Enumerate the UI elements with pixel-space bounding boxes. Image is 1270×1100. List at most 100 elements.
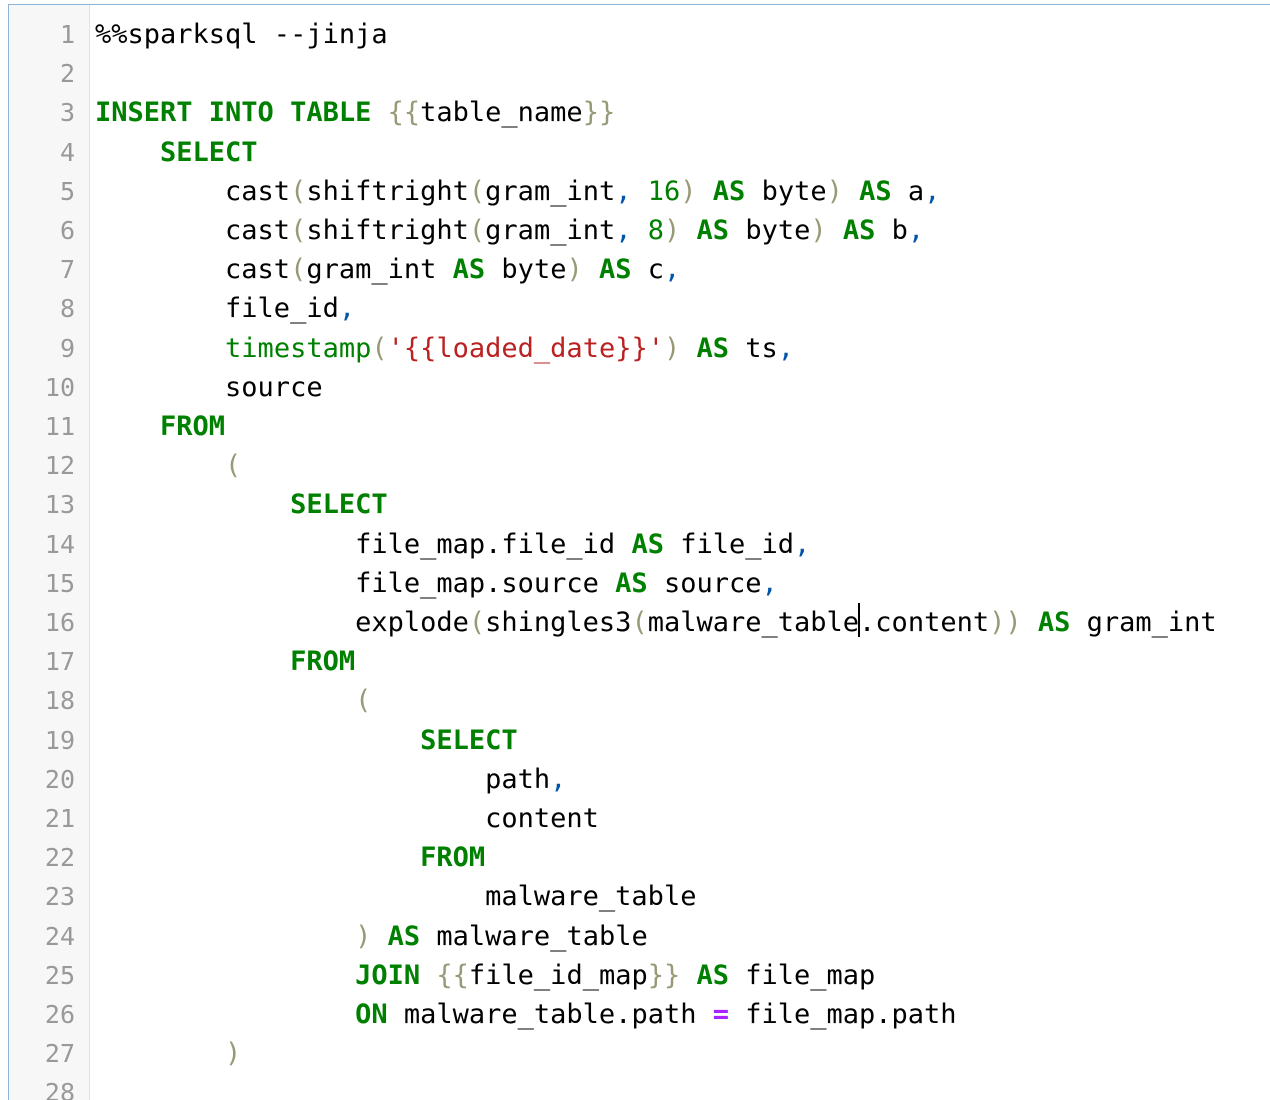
- code-line[interactable]: JOIN {{file_id_map}} AS file_map: [95, 956, 875, 995]
- code-line[interactable]: ON malware_table.path = file_map.path: [95, 995, 957, 1034]
- code-token-keyword: AS: [696, 959, 730, 991]
- line-number: 3: [59, 98, 75, 128]
- code-line[interactable]: path,: [95, 760, 566, 799]
- code-line[interactable]: FROM: [95, 642, 355, 681]
- code-token-keyword: SELECT: [290, 489, 388, 521]
- code-token-keyword: FROM: [160, 411, 226, 442]
- line-number: 5: [59, 176, 75, 206]
- code-token-paren: (: [290, 254, 307, 286]
- code-line[interactable]: (: [95, 681, 371, 720]
- code-line[interactable]: INSERT INTO TABLE {{table_name}}: [95, 93, 615, 132]
- line-number: 8: [59, 294, 75, 324]
- code-token-builtin: timestamp: [225, 332, 372, 364]
- code-line[interactable]: ) AS malware_table: [95, 917, 648, 956]
- code-line[interactable]: SELECT: [95, 133, 258, 172]
- code-token-keyword: AS: [696, 332, 730, 364]
- code-token-keyword: AS: [631, 528, 664, 560]
- line-number: 22: [44, 843, 75, 873]
- code-token-text: byte: [485, 254, 567, 286]
- code-token-text: a: [891, 175, 925, 207]
- line-number: 12: [44, 451, 75, 481]
- code-token-text: shiftright: [306, 215, 469, 246]
- code-line[interactable]: SELECT: [95, 485, 388, 524]
- line-number: 17: [44, 647, 75, 677]
- code-token-paren: )): [989, 607, 1022, 638]
- line-number: 20: [44, 764, 75, 794]
- code-line[interactable]: source: [95, 368, 323, 407]
- code-token-text: file_map.path: [728, 999, 957, 1030]
- code-token-paren: (: [290, 215, 307, 246]
- code-token-paren: ): [826, 175, 843, 207]
- code-token-text: file_id: [663, 528, 794, 560]
- code-token-number: 8: [647, 215, 665, 246]
- code-line[interactable]: cast(gram_int AS byte) AS c,: [95, 250, 680, 289]
- line-number: 4: [59, 137, 75, 167]
- code-line[interactable]: file_id,: [95, 289, 355, 328]
- code-token-paren: (: [225, 450, 242, 482]
- code-token-text: malware_table: [95, 881, 697, 913]
- code-editor[interactable]: 1 2 3 4 5 6 7 8 9 10 11 12 13 14 15 16 17 18 19 20 21 22 23 24 2…: [8, 4, 1270, 1100]
- code-token-text: explode: [95, 607, 469, 638]
- code-line[interactable]: ): [95, 1034, 241, 1073]
- code-token-brace: {{: [387, 97, 421, 129]
- code-token-text: byte: [745, 175, 827, 207]
- line-number: 23: [44, 882, 75, 912]
- line-number-gutter: 1 2 3 4 5 6 7 8 9 10 11 12 13 14 15 16 17 18 19 20 21 22 23 24 2…: [9, 5, 90, 1100]
- code-token-text: %%sparksql --jinja: [95, 19, 388, 50]
- code-line[interactable]: cast(shiftright(gram_int, 16) AS byte) A…: [95, 172, 940, 211]
- line-number: 24: [44, 921, 75, 951]
- code-token-operator: =: [712, 999, 729, 1030]
- line-number: 1: [59, 20, 75, 49]
- code-token-paren: ): [810, 215, 827, 246]
- code-token-keyword: AS: [696, 215, 730, 246]
- code-line[interactable]: FROM: [95, 407, 225, 446]
- code-line[interactable]: file_map.file_id AS file_id,: [95, 525, 810, 564]
- line-number: 13: [44, 490, 75, 520]
- code-line[interactable]: content: [95, 799, 599, 838]
- code-token-text: gram_int: [485, 175, 616, 207]
- code-line[interactable]: file_map.source AS source,: [95, 564, 778, 603]
- line-number: 15: [44, 568, 75, 598]
- code-token-keyword: SELECT: [420, 724, 518, 756]
- code-token-keyword: AS: [598, 254, 632, 286]
- line-number: 26: [44, 1000, 75, 1029]
- code-token-punct: ,: [794, 528, 811, 560]
- code-token-keyword: AS: [452, 254, 486, 286]
- line-number: 6: [59, 216, 75, 245]
- code-token-keyword: FROM: [290, 646, 356, 678]
- code-line[interactable]: FROM: [95, 838, 485, 877]
- code-token-text: ts: [729, 332, 778, 364]
- code-token-punct: ,: [664, 254, 681, 286]
- code-token-text: shingles3: [485, 607, 632, 638]
- code-token-punct: ,: [550, 763, 567, 795]
- code-line[interactable]: explode(shingles3(malware_table .content)…: [95, 603, 1217, 642]
- code-line[interactable]: SELECT: [95, 721, 518, 760]
- line-number: 28: [44, 1078, 75, 1100]
- code-token-paren: ): [355, 920, 372, 952]
- code-line[interactable]: cast(shiftright(gram_int, 8) AS byte) AS…: [95, 211, 924, 250]
- line-number: 2: [59, 59, 75, 89]
- code-line[interactable]: (: [95, 446, 241, 485]
- code-line[interactable]: malware_table: [95, 877, 696, 916]
- line-number: 14: [44, 529, 75, 559]
- code-token-text: byte: [729, 215, 811, 246]
- code-area[interactable]: %%sparksql --jinja INSERT INTO TABLE {{ta…: [89, 5, 1270, 1100]
- line-number: 27: [44, 1039, 75, 1069]
- code-token-text: gram_int: [485, 215, 616, 246]
- code-line[interactable]: %%sparksql --jinja: [95, 15, 388, 54]
- code-token-text: cast: [95, 254, 291, 286]
- line-number: 7: [59, 255, 75, 285]
- code-token-text: b: [875, 215, 908, 246]
- code-token-paren: ): [566, 254, 583, 286]
- line-number: 11: [44, 412, 75, 441]
- code-token-text: malware_table.path: [387, 999, 713, 1030]
- code-line[interactable]: timestamp('{{loaded_date}}') AS ts,: [95, 329, 794, 368]
